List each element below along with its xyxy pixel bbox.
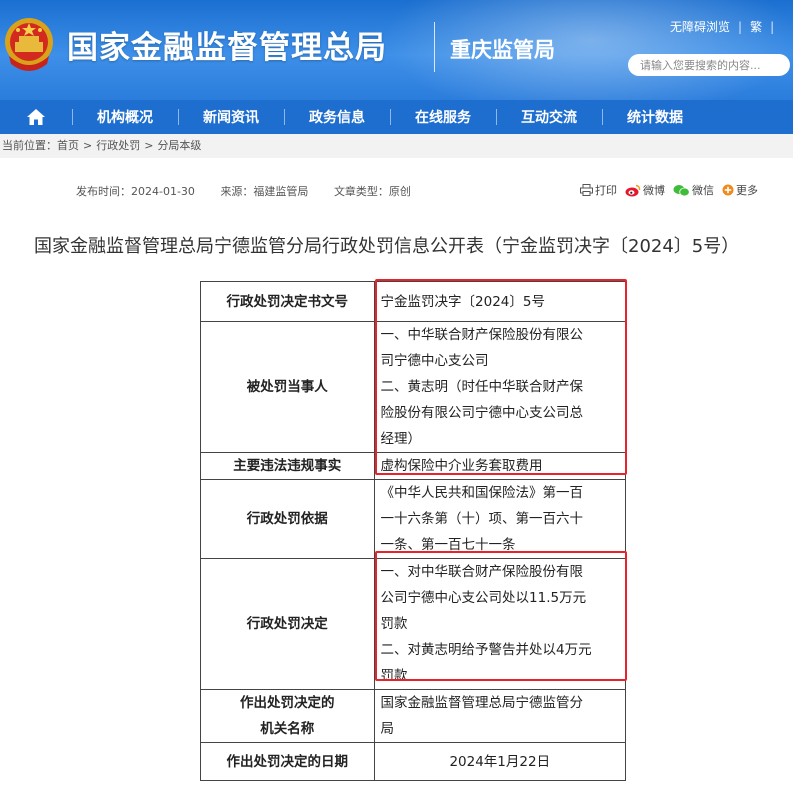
breadcrumb-separator: > [83, 139, 93, 152]
search-box [628, 54, 790, 76]
weibo-label: 微博 [643, 184, 665, 197]
more-label: 更多 [736, 184, 758, 197]
document-title: 国家金融监督管理总局宁德监管分局行政处罚信息公开表（宁金监罚决字〔2024〕5号… [34, 236, 740, 257]
breadcrumb-prefix: 当前位置： [2, 139, 57, 152]
search-input[interactable] [640, 58, 770, 72]
bureau-name: 重庆监管局 [450, 38, 555, 62]
nav-item-statistics[interactable]: 统计数据 [602, 100, 708, 134]
site-title[interactable]: 国家金融监督管理总局 [67, 22, 387, 67]
row-label: 行政处罚决定 [200, 558, 375, 690]
row-label: 作出处罚决定的 机关名称 [200, 689, 375, 743]
article-meta: 发布时间：2024-01-30 来源：福建监管局 文章类型：原创 [76, 183, 433, 199]
site-header: 国家金融监督管理总局 重庆监管局 无障碍浏览 | 繁 | [0, 0, 793, 100]
row-value: 虚构保险中介业务套取费用 [373, 452, 627, 480]
plus-circle-icon [722, 184, 734, 196]
row-value: 《中华人民共和国保险法》第一百 一十六条第（十）项、第一百六十 一条、第一百七十… [373, 479, 627, 559]
nav-item-online-services[interactable]: 在线服务 [390, 100, 496, 134]
nav-home[interactable] [0, 100, 72, 134]
row-label: 主要违法违规事实 [200, 452, 375, 480]
value-line: 国家金融监督管理总局宁德监管分 [380, 695, 584, 711]
row-value: 宁金监罚决字〔2024〕5号 [373, 281, 627, 322]
table-row: 被处罚当事人 一、中华联合财产保险股份有限公 司宁德中心支公司 二、黄志明（时任… [200, 321, 627, 453]
top-link-separator: | [738, 20, 743, 34]
penalty-info-table: 行政处罚决定书文号 宁金监罚决字〔2024〕5号 被处罚当事人 一、中华联合财产… [200, 281, 627, 781]
row-label: 作出处罚决定的日期 [200, 742, 375, 781]
row-value: 国家金融监督管理总局宁德监管分 局 [373, 689, 627, 743]
value-line: 二、黄志明（时任中华联合财产保 [380, 379, 584, 395]
row-label: 被处罚当事人 [200, 321, 375, 453]
traditional-chinese-link[interactable]: 繁 [750, 18, 762, 35]
table-row: 行政处罚依据 《中华人民共和国保险法》第一百 一十六条第（十）项、第一百六十 一… [200, 479, 627, 559]
value-line: 司宁德中心支公司 [380, 353, 489, 369]
value-line: 罚款 [380, 616, 408, 632]
row-value: 一、中华联合财产保险股份有限公 司宁德中心支公司 二、黄志明（时任中华联合财产保… [373, 321, 627, 453]
print-button[interactable]: 打印 [580, 182, 617, 198]
nav-item-government-info[interactable]: 政务信息 [284, 100, 390, 134]
header-glow [380, 0, 793, 100]
main-nav: 机构概况 新闻资讯 政务信息 在线服务 互动交流 统计数据 [0, 100, 793, 134]
table-row: 行政处罚决定 一、对中华联合财产保险股份有限 公司宁德中心支公司处以11.5万元… [200, 558, 627, 690]
wechat-share-button[interactable]: 微信 [673, 182, 714, 198]
breadcrumb-separator: > [144, 139, 154, 152]
table-row: 行政处罚决定书文号 宁金监罚决字〔2024〕5号 [200, 281, 627, 322]
weibo-icon [625, 184, 641, 196]
breadcrumb-item-penalty[interactable]: 行政处罚 [96, 134, 140, 158]
value-line: 经理） [380, 431, 422, 447]
nav-item-news[interactable]: 新闻资讯 [178, 100, 284, 134]
label-line: 作出处罚决定的 [240, 695, 335, 711]
value-line: 《中华人民共和国保险法》第一百 [380, 485, 584, 501]
value-line: 局 [380, 721, 395, 737]
value-line: 一十六条第（十）项、第一百六十 [380, 511, 584, 527]
title-divider [434, 22, 435, 72]
weibo-share-button[interactable]: 微博 [625, 182, 665, 198]
wechat-label: 微信 [692, 184, 714, 197]
article-source: 来源：福建监管局 [220, 185, 309, 198]
top-link-separator: | [770, 20, 775, 34]
nav-item-about[interactable]: 机构概况 [72, 100, 178, 134]
breadcrumb-item-branch[interactable]: 分局本级 [157, 134, 201, 158]
row-label: 行政处罚依据 [200, 479, 375, 559]
value-line: 二、对黄志明给予警告并处以4万元 [380, 642, 592, 658]
article-type: 文章类型：原创 [333, 185, 411, 198]
value-line: 公司宁德中心支公司处以11.5万元 [380, 590, 587, 606]
national-emblem-icon [5, 18, 53, 71]
nav-item-interaction[interactable]: 互动交流 [496, 100, 602, 134]
accessibility-link[interactable]: 无障碍浏览 [670, 18, 730, 35]
printer-icon [580, 184, 593, 196]
value-line: 险股份有限公司宁德中心支公司总 [380, 405, 584, 421]
wechat-icon [673, 184, 690, 196]
print-label: 打印 [595, 184, 617, 197]
publish-date: 发布时间：2024-01-30 [76, 185, 195, 198]
value-line: 罚款 [380, 668, 408, 684]
row-value: 2024年1月22日 [373, 742, 627, 781]
breadcrumb-item-home[interactable]: 首页 [57, 134, 79, 158]
row-label: 行政处罚决定书文号 [200, 281, 375, 322]
value-line: 一、中华联合财产保险股份有限公 [380, 327, 584, 343]
table-row: 主要违法违规事实 虚构保险中介业务套取费用 [200, 452, 627, 480]
home-icon [27, 109, 45, 125]
share-bar: 打印 微博 微信 更多 [580, 182, 766, 198]
breadcrumb: 当前位置：首页 > 行政处罚 > 分局本级 [0, 134, 793, 158]
value-line: 一条、第一百七十一条 [380, 537, 516, 553]
top-links: 无障碍浏览 | 繁 | [670, 18, 782, 35]
more-share-button[interactable]: 更多 [722, 182, 758, 198]
table-row: 作出处罚决定的 机关名称 国家金融监督管理总局宁德监管分 局 [200, 689, 627, 743]
row-value: 一、对中华联合财产保险股份有限 公司宁德中心支公司处以11.5万元 罚款 二、对… [373, 558, 627, 690]
label-line: 机关名称 [260, 721, 315, 737]
value-line: 一、对中华联合财产保险股份有限 [380, 564, 584, 580]
table-row: 作出处罚决定的日期 2024年1月22日 [200, 742, 627, 781]
